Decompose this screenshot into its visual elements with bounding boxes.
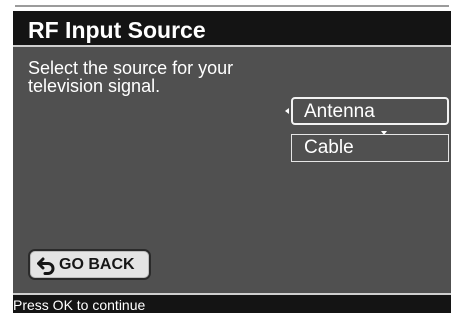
instruction-line-1: Select the source for your — [28, 58, 234, 78]
option-antenna[interactable]: Antenna — [291, 97, 449, 125]
instruction-text: Select the source for your television si… — [28, 59, 298, 95]
option-antenna-label: Antenna — [304, 101, 375, 122]
footer-bar: Press OK to continue — [13, 293, 451, 313]
go-back-button[interactable]: GO BACK — [28, 249, 151, 280]
footer-hint: Press OK to continue — [13, 297, 146, 313]
option-cable-label: Cable — [304, 137, 354, 158]
dialog-title: RF Input Source — [28, 17, 206, 43]
left-arrow-icon — [285, 108, 289, 114]
top-divider — [15, 5, 449, 7]
rf-input-source-dialog: RF Input Source Select the source for yo… — [13, 11, 451, 313]
instruction-line-2: television signal. — [28, 76, 161, 96]
option-cable[interactable]: Cable — [291, 134, 449, 162]
go-back-label: GO BACK — [59, 256, 135, 273]
title-bar: RF Input Source — [13, 11, 451, 47]
back-arrow-icon — [37, 257, 55, 275]
